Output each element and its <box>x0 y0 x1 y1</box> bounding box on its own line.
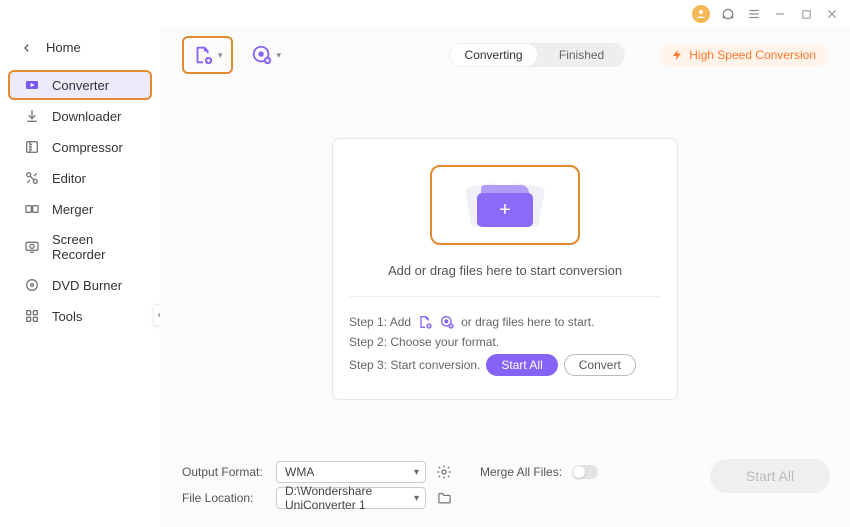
user-avatar[interactable] <box>692 5 710 23</box>
start-all-small-button[interactable]: Start All <box>486 354 557 376</box>
sidebar-item-merger[interactable]: Merger <box>8 194 152 224</box>
add-file-icon <box>417 314 433 330</box>
home-button[interactable]: Home <box>0 34 160 69</box>
tab-converting[interactable]: Converting <box>450 44 537 66</box>
sidebar-item-downloader[interactable]: Downloader <box>8 101 152 131</box>
add-files-dropzone[interactable]: + <box>430 165 580 245</box>
toolbar: ▾ ▾ Converting Finished High Speed Conve… <box>176 26 834 80</box>
main-panel: ▾ ▾ Converting Finished High Speed Conve… <box>160 26 850 527</box>
high-speed-label: High Speed Conversion <box>689 48 816 62</box>
user-icon <box>695 8 707 20</box>
dvd-burner-icon <box>24 277 40 293</box>
file-location-label: File Location: <box>182 491 266 505</box>
back-icon <box>22 43 32 53</box>
add-disc-icon <box>251 44 273 66</box>
merge-all-files-label: Merge All Files: <box>480 465 562 479</box>
tab-finished[interactable]: Finished <box>538 43 625 67</box>
step-3: Step 3: Start conversion. Start All Conv… <box>349 354 661 376</box>
file-location-value: D:\Wondershare UniConverter 1 <box>285 484 405 512</box>
step-2: Step 2: Choose your format. <box>349 335 661 349</box>
chevron-down-icon: ▾ <box>277 50 282 61</box>
app-body: Home Converter Downloader Compressor <box>0 26 850 527</box>
steps-guide: Step 1: Add or drag files here to start.… <box>349 296 661 376</box>
sidebar-item-label: Editor <box>52 171 86 186</box>
support-icon[interactable] <box>720 6 736 22</box>
sidebar-item-label: Tools <box>52 309 82 324</box>
editor-icon <box>24 170 40 186</box>
start-all-button[interactable]: Start All <box>710 459 830 493</box>
add-source-buttons: ▾ ▾ <box>182 36 289 74</box>
file-location-select[interactable]: D:\Wondershare UniConverter 1 <box>276 487 426 509</box>
step-1-text-b: or drag files here to start. <box>461 315 594 329</box>
downloader-icon <box>24 108 40 124</box>
sidebar-item-screen-recorder[interactable]: Screen Recorder <box>8 225 152 269</box>
add-file-button[interactable]: ▾ <box>182 36 233 74</box>
output-format-label: Output Format: <box>182 465 266 479</box>
home-label: Home <box>46 40 81 55</box>
step-3-text: Step 3: Start conversion. <box>349 358 480 372</box>
sidebar-item-label: Merger <box>52 202 93 217</box>
titlebar <box>0 0 850 26</box>
add-dvd-button[interactable]: ▾ <box>243 36 290 74</box>
sidebar: Home Converter Downloader Compressor <box>0 26 160 527</box>
merger-icon <box>24 201 40 217</box>
merge-all-files-toggle[interactable] <box>572 465 598 479</box>
output-settings-button[interactable] <box>436 464 452 480</box>
converter-icon <box>24 77 40 93</box>
sidebar-item-compressor[interactable]: Compressor <box>8 132 152 162</box>
dropzone-card: + Add or drag files here to start conver… <box>332 138 678 400</box>
sidebar-item-label: Downloader <box>52 109 121 124</box>
sidebar-item-label: Compressor <box>52 140 123 155</box>
output-format-value: WMA <box>285 465 314 479</box>
tools-icon <box>24 308 40 324</box>
folder-icon <box>437 491 452 506</box>
sidebar-item-tools[interactable]: Tools <box>8 301 152 331</box>
close-button[interactable] <box>824 6 840 22</box>
folder-plus-icon: + <box>477 185 533 225</box>
open-folder-button[interactable] <box>436 491 452 506</box>
add-disc-icon <box>439 314 455 330</box>
add-file-icon <box>192 44 214 66</box>
high-speed-conversion-button[interactable]: High Speed Conversion <box>659 44 828 66</box>
lightning-icon <box>671 49 683 61</box>
sidebar-item-editor[interactable]: Editor <box>8 163 152 193</box>
output-format-select[interactable]: WMA <box>276 461 426 483</box>
minimize-button[interactable] <box>772 6 788 22</box>
sidebar-item-converter[interactable]: Converter <box>8 70 152 100</box>
chevron-down-icon: ▾ <box>218 50 223 61</box>
sidebar-item-dvd-burner[interactable]: DVD Burner <box>8 270 152 300</box>
sidebar-item-label: Converter <box>52 78 109 93</box>
step-2-text: Step 2: Choose your format. <box>349 335 499 349</box>
status-tabs: Converting Finished <box>449 43 625 67</box>
sidebar-item-label: DVD Burner <box>52 278 122 293</box>
maximize-button[interactable] <box>798 6 814 22</box>
compressor-icon <box>24 139 40 155</box>
step-1-text-a: Step 1: Add <box>349 315 411 329</box>
screen-recorder-icon <box>24 239 40 255</box>
convert-small-button[interactable]: Convert <box>564 354 636 376</box>
app-window: Home Converter Downloader Compressor <box>0 0 850 527</box>
gear-icon <box>436 464 452 480</box>
menu-icon[interactable] <box>746 6 762 22</box>
dropzone-text: Add or drag files here to start conversi… <box>349 263 661 278</box>
sidebar-item-label: Screen Recorder <box>52 232 136 262</box>
step-1: Step 1: Add or drag files here to start. <box>349 314 661 330</box>
